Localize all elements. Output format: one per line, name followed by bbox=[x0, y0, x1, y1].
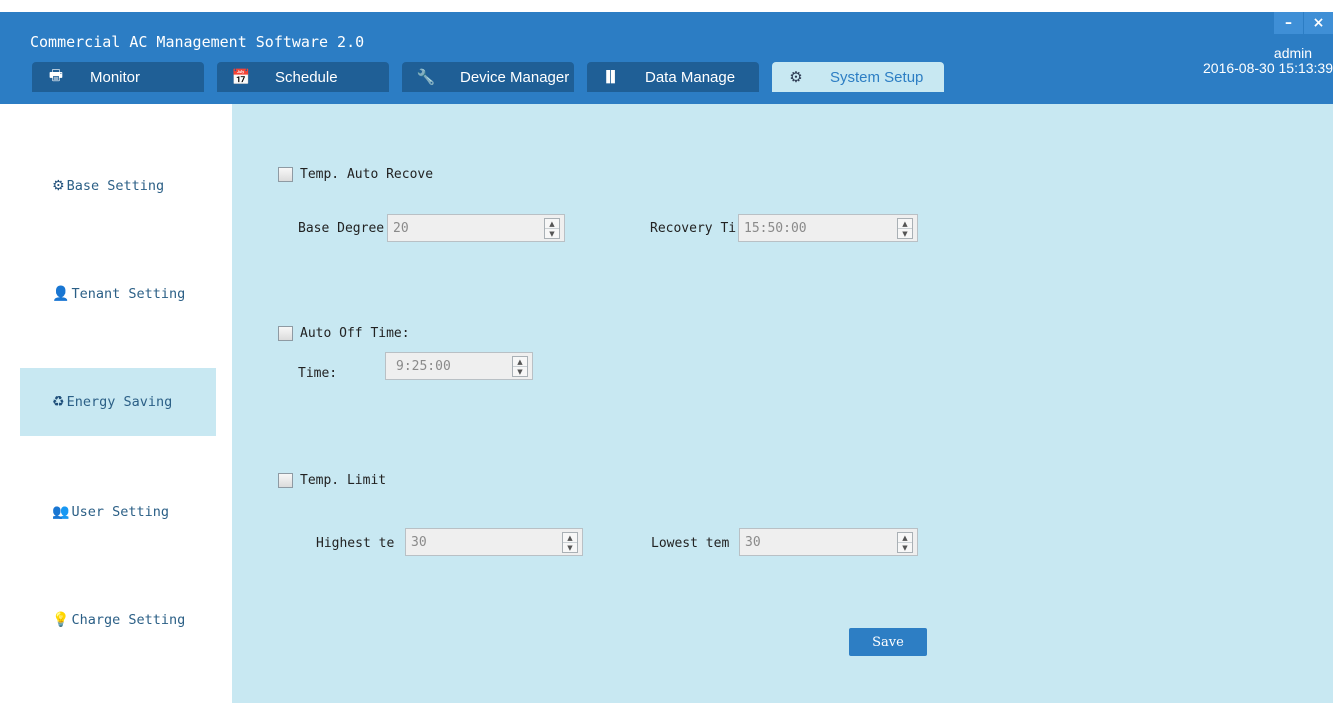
spin-arrows[interactable]: ▲ ▼ bbox=[562, 532, 578, 553]
save-button[interactable]: Save bbox=[849, 628, 927, 656]
user-name: admin bbox=[1273, 46, 1313, 61]
recovery-time-spinbox[interactable]: 15:50:00 ▲ ▼ bbox=[738, 214, 918, 242]
sidebar-item-label: Tenant Setting bbox=[71, 286, 186, 302]
sidebar-item-label: Charge Setting bbox=[71, 612, 186, 628]
printer-icon: 🖶 bbox=[48, 66, 64, 84]
auto-off-time-checkbox[interactable] bbox=[278, 326, 293, 341]
energy-saving-panel: Temp. Auto Recove Base Degree 20 ▲ ▼ Rec… bbox=[232, 104, 1333, 703]
tab-label: Data Manage bbox=[645, 68, 736, 86]
time-label: Time: bbox=[298, 366, 338, 381]
highest-temp-label: Highest te bbox=[316, 536, 395, 551]
calendar-icon: 📅 bbox=[231, 69, 251, 86]
spin-down-icon[interactable]: ▼ bbox=[898, 542, 912, 552]
highest-temp-value: 30 bbox=[411, 534, 427, 550]
tab-label: Device Manager bbox=[460, 68, 570, 86]
spin-up-icon[interactable]: ▲ bbox=[563, 533, 577, 542]
spin-up-icon[interactable]: ▲ bbox=[513, 357, 527, 366]
base-degree-spinbox[interactable]: 20 ▲ ▼ bbox=[387, 214, 565, 242]
lightbulb-icon: 💡 bbox=[52, 612, 70, 628]
sidebar-item-user-setting[interactable]: 👥 User Setting bbox=[20, 478, 216, 546]
tab-label: System Setup bbox=[830, 68, 924, 86]
spin-arrows[interactable]: ▲ ▼ bbox=[512, 356, 528, 377]
auto-off-time-label: Auto Off Time: bbox=[300, 326, 410, 341]
sidebar-item-charge-setting[interactable]: 💡 Charge Setting bbox=[20, 586, 216, 654]
sidebar-item-label: Base Setting bbox=[66, 178, 165, 194]
spin-down-icon[interactable]: ▼ bbox=[563, 542, 577, 552]
spin-down-icon[interactable]: ▼ bbox=[545, 228, 559, 238]
wrench-icon: 🔧 bbox=[416, 69, 436, 86]
current-datetime: 2016-08-30 15:13:39 bbox=[1203, 60, 1333, 76]
spin-arrows[interactable]: ▲ ▼ bbox=[897, 532, 913, 553]
window-controls: – × bbox=[1273, 12, 1333, 34]
spin-up-icon[interactable]: ▲ bbox=[545, 219, 559, 228]
sidebar-item-tenant-setting[interactable]: 👤 Tenant Setting bbox=[20, 260, 216, 328]
tab-label: Monitor bbox=[90, 68, 141, 86]
tab-system-setup[interactable]: ⚙ System Setup bbox=[772, 62, 944, 92]
auto-off-time-spinbox[interactable]: 9:25:00 ▲ ▼ bbox=[385, 352, 533, 380]
temp-auto-recover-label: Temp. Auto Recove bbox=[300, 167, 434, 182]
tab-device-manager[interactable]: 🔧 Device Manager bbox=[402, 62, 574, 92]
temp-limit-label: Temp. Limit bbox=[300, 473, 387, 488]
sidebar-item-energy-saving[interactable]: ♻ Energy Saving bbox=[20, 368, 216, 436]
gear-icon: ⚙ bbox=[52, 178, 65, 194]
spin-arrows[interactable]: ▲ ▼ bbox=[544, 218, 560, 239]
tab-label: Schedule bbox=[275, 68, 338, 86]
lowest-temp-spinbox[interactable]: 30 ▲ ▼ bbox=[739, 528, 918, 556]
recycle-icon: ♻ bbox=[52, 394, 65, 410]
spin-arrows[interactable]: ▲ ▼ bbox=[897, 218, 913, 239]
temp-limit-row[interactable]: Temp. Limit bbox=[278, 473, 386, 488]
app-title: Commercial AC Management Software 2.0 bbox=[30, 33, 365, 51]
tab-data-manage[interactable]: ▌▌ Data Manage bbox=[587, 62, 759, 92]
spin-down-icon[interactable]: ▼ bbox=[898, 228, 912, 238]
bar-chart-icon: ▌▌ bbox=[606, 71, 619, 83]
highest-temp-spinbox[interactable]: 30 ▲ ▼ bbox=[405, 528, 583, 556]
lowest-temp-label: Lowest tem bbox=[651, 536, 730, 551]
minimize-button[interactable]: – bbox=[1273, 12, 1303, 34]
recovery-time-label: Recovery Ti bbox=[650, 221, 737, 236]
users-icon: 👥 bbox=[52, 504, 70, 520]
sidebar-item-base-setting[interactable]: ⚙ Base Setting bbox=[20, 152, 216, 220]
gear-icon: ⚙ bbox=[789, 69, 803, 86]
base-degree-label: Base Degree bbox=[298, 221, 385, 236]
sidebar: ⚙ Base Setting 👤 Tenant Setting ♻ Energy… bbox=[0, 104, 232, 703]
temp-limit-checkbox[interactable] bbox=[278, 473, 293, 488]
tab-schedule[interactable]: 📅 Schedule bbox=[217, 62, 389, 92]
auto-off-time-value: 9:25:00 bbox=[396, 358, 451, 374]
user-info: admin 2016-08-30 15:13:39 bbox=[1193, 46, 1333, 76]
temp-auto-recover-checkbox[interactable] bbox=[278, 167, 293, 182]
temp-auto-recover-row[interactable]: Temp. Auto Recove bbox=[278, 167, 433, 182]
recovery-time-value: 15:50:00 bbox=[744, 220, 807, 236]
close-button[interactable]: × bbox=[1303, 12, 1333, 34]
sidebar-item-label: Energy Saving bbox=[66, 394, 173, 410]
tab-monitor[interactable]: 🖶 Monitor bbox=[32, 62, 204, 92]
lowest-temp-value: 30 bbox=[745, 534, 761, 550]
spin-up-icon[interactable]: ▲ bbox=[898, 219, 912, 228]
spin-up-icon[interactable]: ▲ bbox=[898, 533, 912, 542]
spin-down-icon[interactable]: ▼ bbox=[513, 366, 527, 376]
sidebar-item-label: User Setting bbox=[71, 504, 169, 520]
auto-off-time-row[interactable]: Auto Off Time: bbox=[278, 326, 410, 341]
person-icon: 👤 bbox=[52, 286, 70, 302]
base-degree-value: 20 bbox=[393, 220, 409, 236]
